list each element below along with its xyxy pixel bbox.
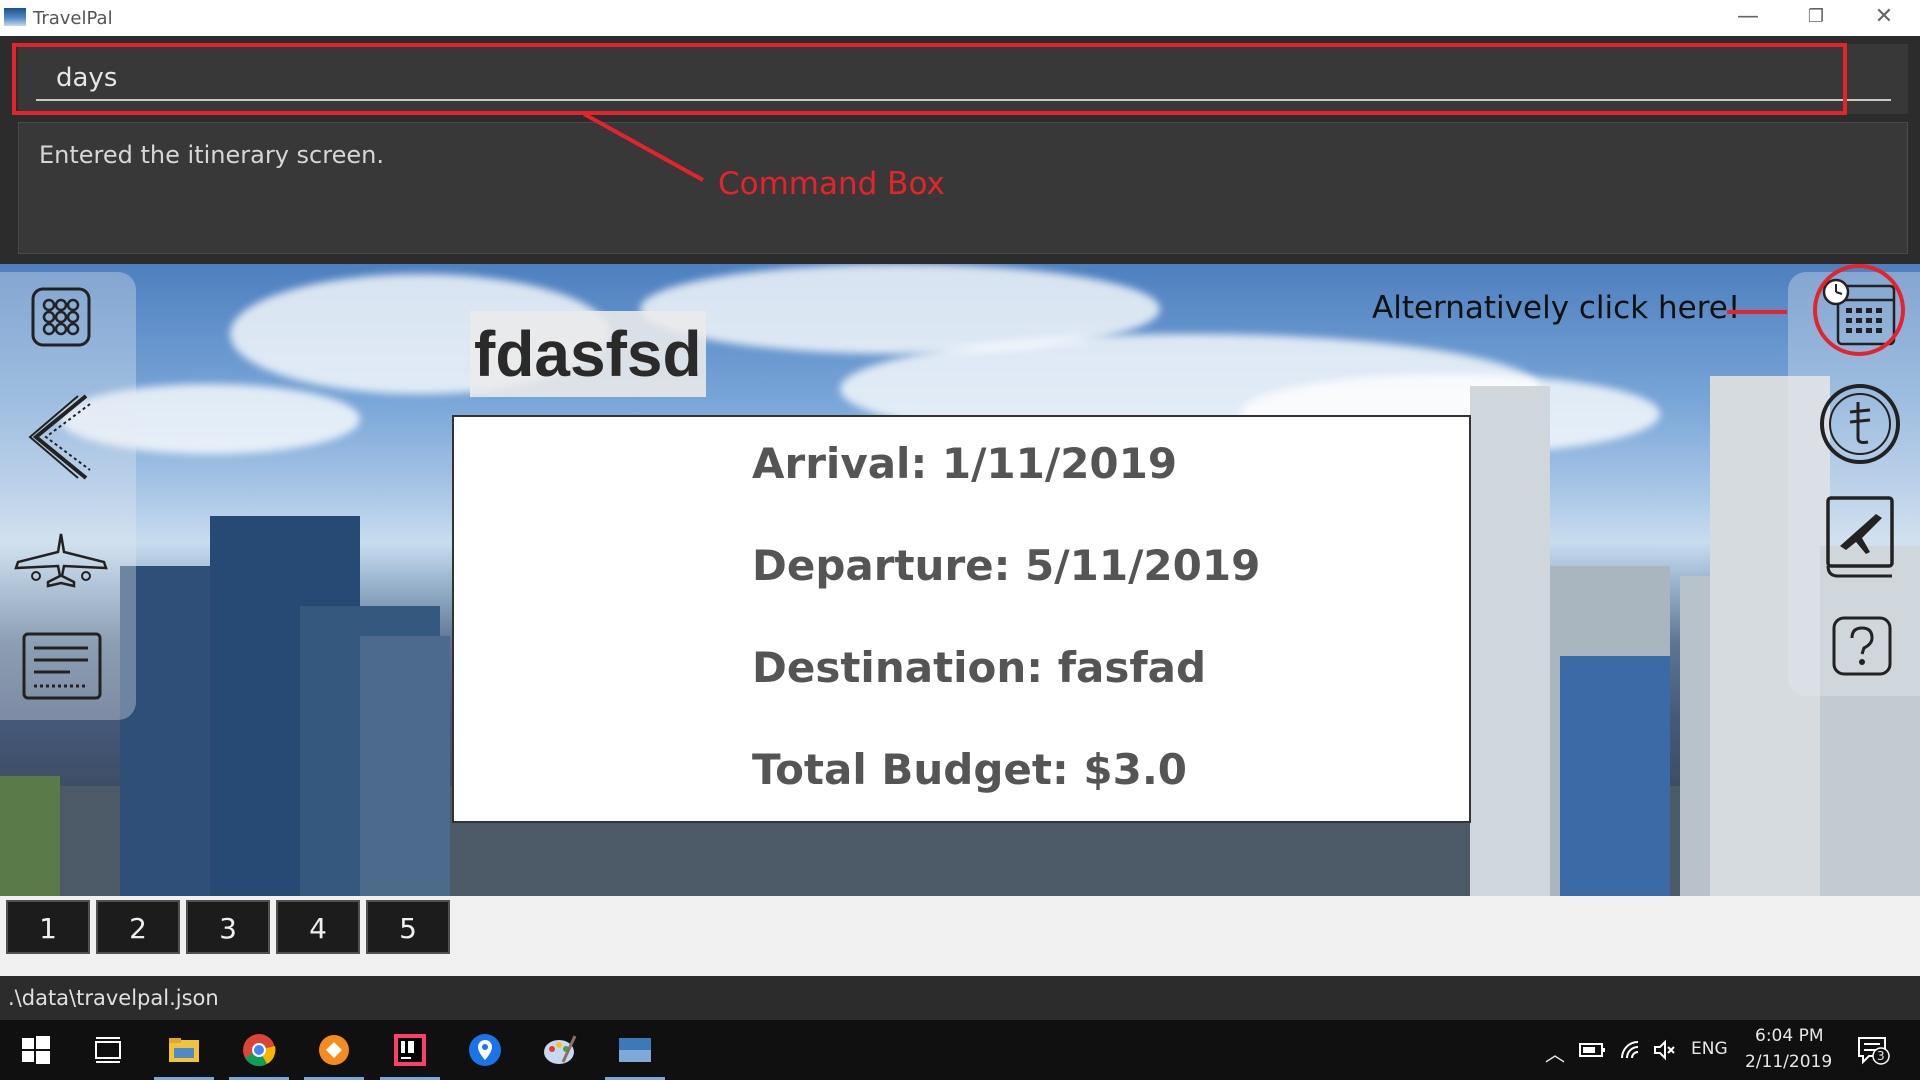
volume-muted-icon[interactable] [1652, 1038, 1676, 1062]
travelpal-app-icon [4, 8, 26, 26]
notification-icon[interactable] [1857, 1036, 1891, 1066]
day-tab-5[interactable]: 5 [366, 900, 450, 954]
data-file-path: .\data\travelpal.json [8, 986, 219, 1010]
trip-info-card: Arrival: 1/11/2019 Departure: 5/11/2019 … [452, 415, 1471, 823]
command-box-annotation: Command Box [718, 166, 945, 202]
day-tab-bar: 1 2 3 4 5 [0, 896, 1920, 976]
chevron-up-icon[interactable]: ︿ [1545, 1038, 1565, 1067]
list-icon[interactable] [22, 632, 102, 700]
currency-icon[interactable] [1818, 382, 1902, 466]
maps-icon[interactable] [467, 1032, 503, 1068]
intellij-icon[interactable] [392, 1032, 428, 1068]
trip-title: fdasfsd [470, 311, 706, 397]
language-indicator[interactable]: ENG [1691, 1039, 1728, 1059]
park-area [0, 776, 60, 896]
minimize-button[interactable]: — [1714, 0, 1782, 36]
windows-start-icon[interactable] [18, 1032, 54, 1068]
alternative-annotation: Alternatively click here! [1372, 290, 1741, 326]
clock-date[interactable]: 2/11/2019 [1745, 1052, 1832, 1072]
command-box-highlight [12, 43, 1847, 115]
title-bar: TravelPal — ❐ ✕ [0, 0, 1920, 36]
chrome-icon[interactable] [241, 1032, 277, 1068]
file-explorer-icon[interactable] [166, 1032, 202, 1068]
total-budget: Total Budget: $3.0 [752, 745, 1188, 794]
building [1470, 386, 1550, 896]
window-title: TravelPal [33, 8, 113, 29]
destination: Destination: fasfad [752, 643, 1207, 692]
day-tab-1[interactable]: 1 [6, 900, 90, 954]
paint-icon[interactable] [541, 1032, 577, 1068]
clock-time[interactable]: 6:04 PM [1755, 1026, 1824, 1046]
close-button[interactable]: ✕ [1850, 0, 1918, 36]
calendar-button-highlight [1813, 264, 1905, 356]
notification-count: 3 [1877, 1049, 1885, 1063]
back-arrow-icon[interactable] [28, 392, 94, 482]
building [360, 636, 450, 896]
itinerary-main-view: Alternatively click here! fdasfsd Arriva… [0, 264, 1920, 896]
departure-date: Departure: 5/11/2019 [752, 541, 1261, 590]
help-icon[interactable] [1832, 616, 1892, 678]
flight-book-icon[interactable] [1826, 496, 1896, 580]
scrollbar[interactable] [1908, 36, 1920, 264]
restore-button[interactable]: ❐ [1782, 0, 1850, 36]
battery-icon[interactable] [1578, 1040, 1606, 1060]
app-orange-icon[interactable] [316, 1032, 352, 1068]
wifi-icon[interactable] [1618, 1038, 1642, 1062]
grid-icon[interactable] [30, 286, 92, 348]
alternative-pointer [1727, 310, 1787, 314]
task-view-icon[interactable] [90, 1032, 126, 1068]
day-tab-2[interactable]: 2 [96, 900, 180, 954]
result-display: Entered the itinerary screen. [18, 122, 1908, 254]
result-text: Entered the itinerary screen. [39, 141, 384, 169]
status-bar: .\data\travelpal.json [0, 976, 1920, 1020]
arrival-date: Arrival: 1/11/2019 [752, 439, 1178, 488]
airplane-icon[interactable] [14, 532, 108, 588]
windows-taskbar: ︿ ENG 6:04 PM 2/11/2019 3 [0, 1020, 1920, 1080]
day-tab-4[interactable]: 4 [276, 900, 360, 954]
maybank-building [1560, 656, 1670, 896]
travelpal-icon[interactable] [617, 1032, 653, 1068]
day-tab-3[interactable]: 3 [186, 900, 270, 954]
